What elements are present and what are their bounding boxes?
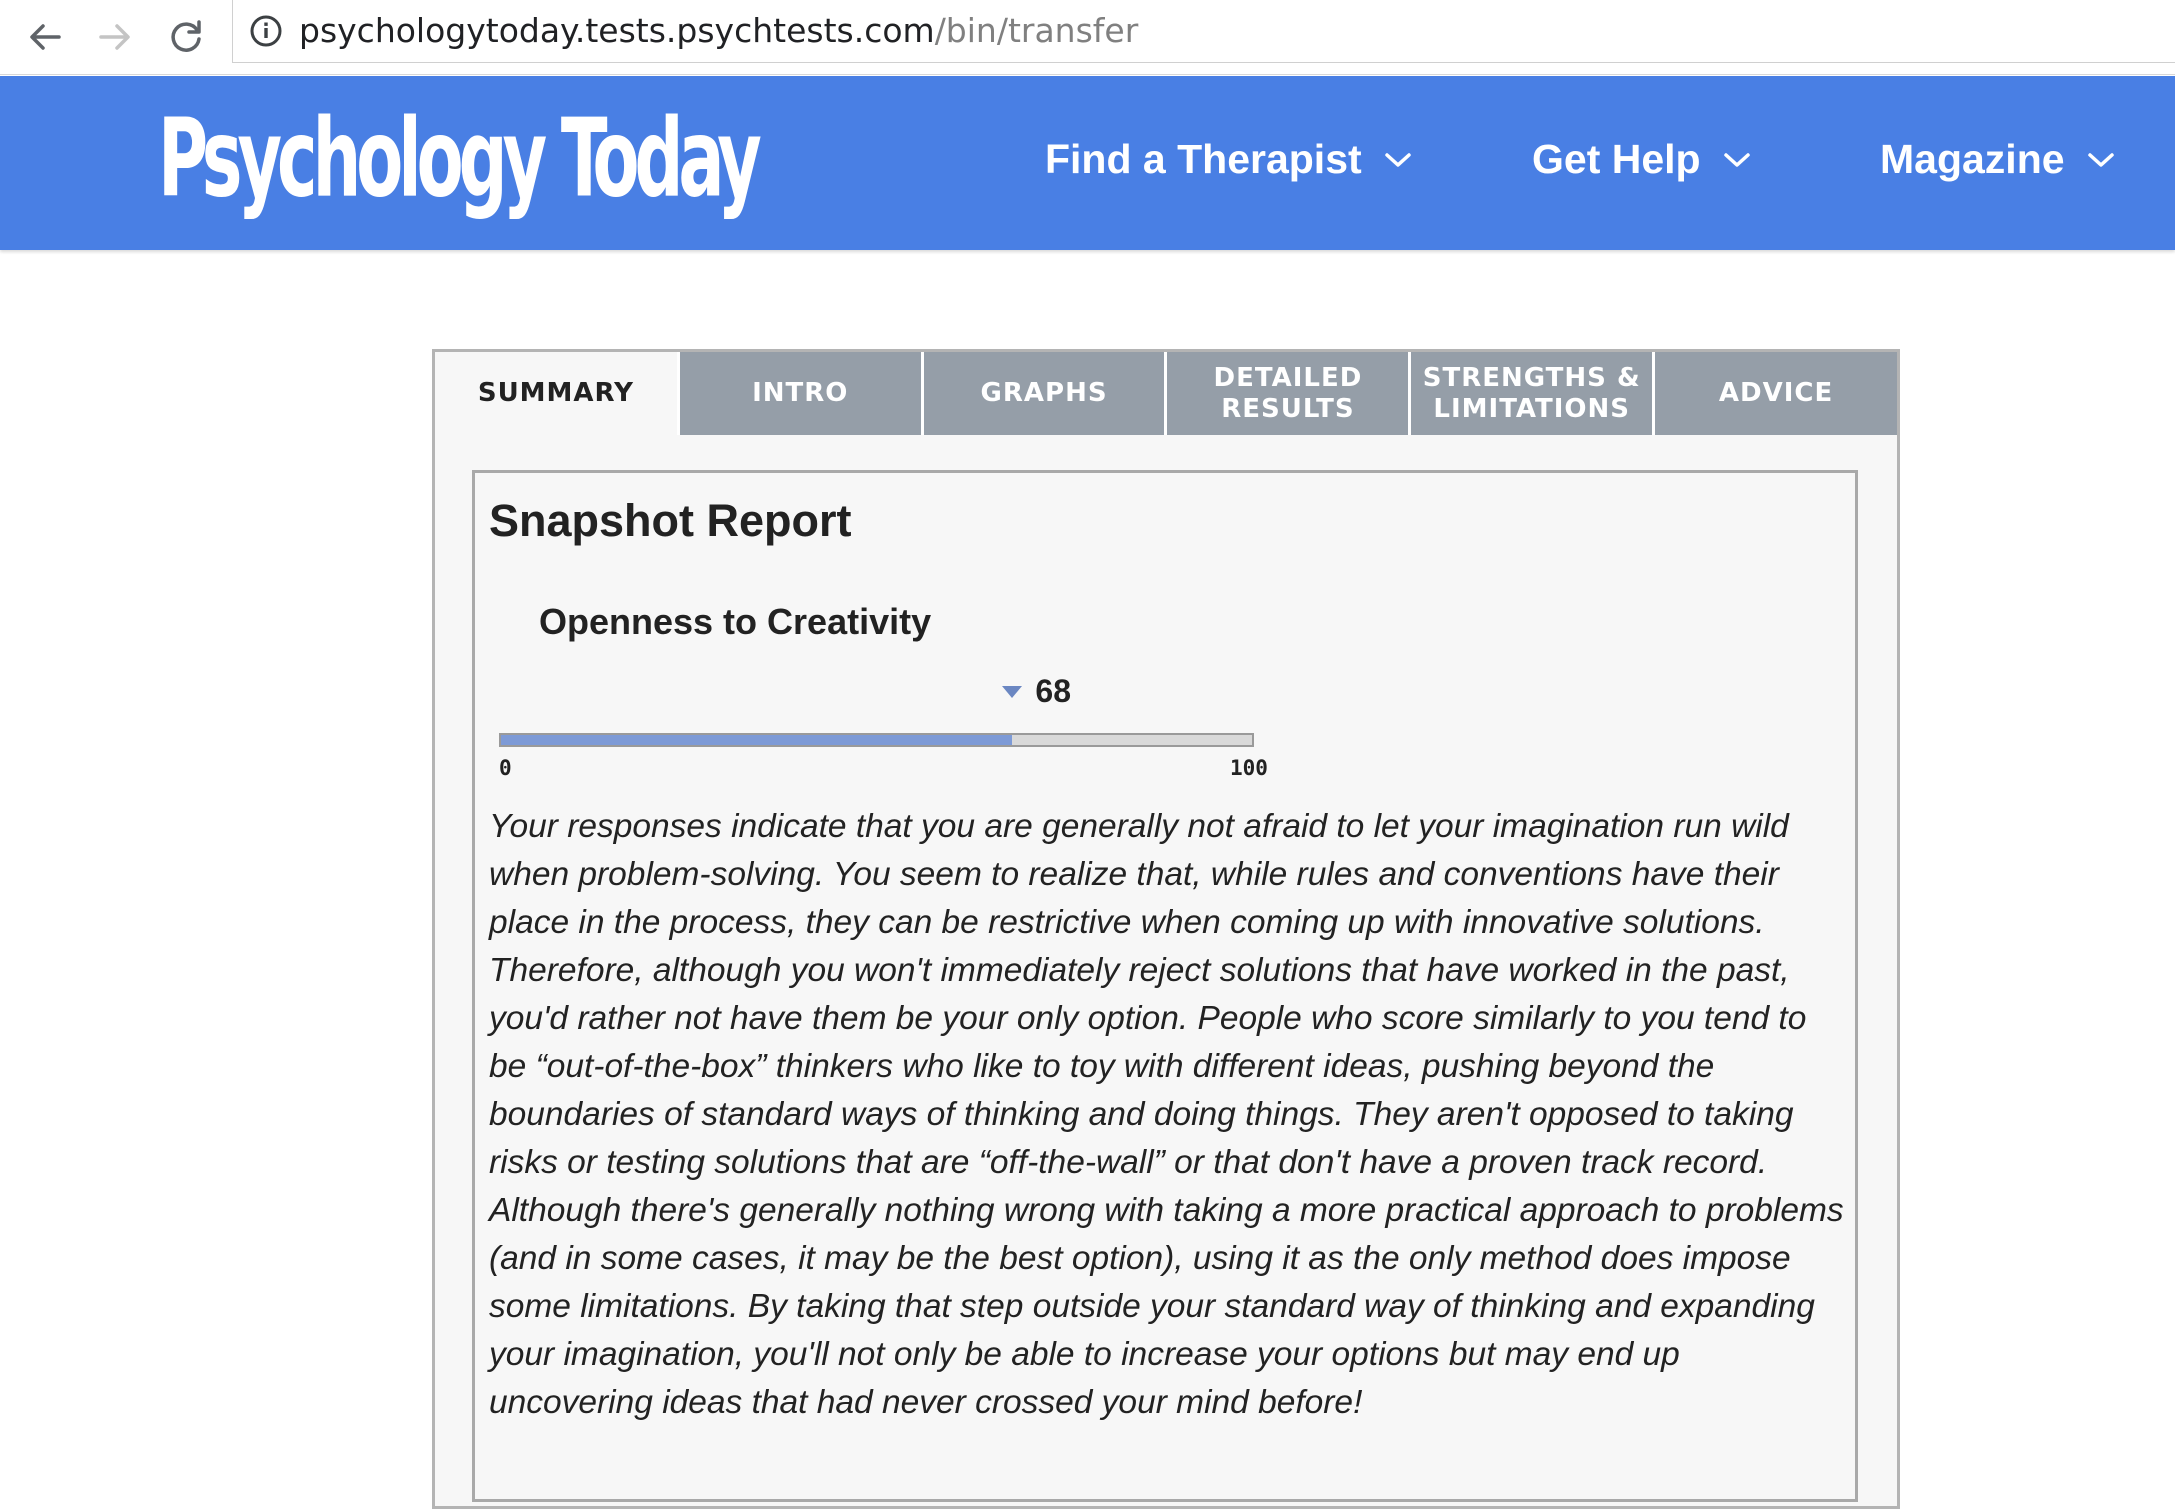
arrow-right-icon: [99, 24, 130, 50]
site-header: Psychology Today Find a Therapist Get He…: [0, 76, 2175, 250]
menu-label: Magazine: [1880, 136, 2065, 182]
chevron-down-icon: [1723, 152, 1750, 167]
scale-title: Openness to Creativity: [539, 601, 932, 642]
menu-get-help[interactable]: Get Help: [1532, 136, 1751, 183]
forward-button[interactable]: [84, 6, 146, 68]
tab-graphs[interactable]: GRAPHS: [920, 352, 1165, 435]
score-bar-fill: [501, 735, 1012, 745]
report-description: Your responses indicate that you are gen…: [489, 808, 1844, 1421]
menu-label: Find a Therapist: [1045, 136, 1362, 182]
score-marker: 68: [1001, 673, 1071, 710]
score-bar: [499, 733, 1254, 747]
chevron-down-icon: [1384, 152, 1411, 167]
reload-icon: [171, 20, 201, 52]
address-bar[interactable]: psychologytoday.tests.psychtests.com/bin…: [232, 0, 2175, 63]
arrow-left-icon: [30, 24, 61, 50]
scale-max-label: 100: [1230, 756, 1268, 780]
tab-strengths-limitations[interactable]: STRENGTHS & LIMITATIONS: [1408, 352, 1653, 435]
report-title: Snapshot Report: [489, 495, 852, 546]
url-domain: psychologytoday.tests.psychtests.com: [299, 11, 935, 50]
tab-intro[interactable]: INTRO: [676, 352, 921, 435]
tab-advice[interactable]: ADVICE: [1652, 352, 1897, 435]
chevron-down-icon: [2087, 152, 2114, 167]
url-text[interactable]: psychologytoday.tests.psychtests.com/bin…: [299, 10, 1138, 52]
report-tabs: SUMMARY INTRO GRAPHS DETAILED RESULTS ST…: [435, 352, 1897, 435]
tab-detailed-results[interactable]: DETAILED RESULTS: [1164, 352, 1409, 435]
scale-min-label: 0: [499, 756, 512, 780]
score-value: 68: [1035, 673, 1071, 709]
menu-label: Get Help: [1532, 136, 1701, 182]
triangle-down-icon: [1002, 685, 1023, 698]
menu-magazine[interactable]: Magazine: [1880, 136, 2115, 183]
psychology-today-logo[interactable]: Psychology Today: [158, 95, 762, 221]
info-icon[interactable]: [249, 14, 283, 48]
url-path: /bin/transfer: [934, 11, 1139, 50]
tab-summary[interactable]: SUMMARY: [435, 352, 677, 435]
results-panel: SUMMARY INTRO GRAPHS DETAILED RESULTS ST…: [432, 349, 1900, 1509]
menu-find-a-therapist[interactable]: Find a Therapist: [1045, 136, 1412, 183]
browser-toolbar: psychologytoday.tests.psychtests.com/bin…: [0, 0, 2175, 75]
back-button[interactable]: [14, 6, 76, 68]
snapshot-report: Snapshot Report Openness to Creativity 6…: [472, 470, 1858, 1502]
reload-button[interactable]: [155, 6, 217, 68]
